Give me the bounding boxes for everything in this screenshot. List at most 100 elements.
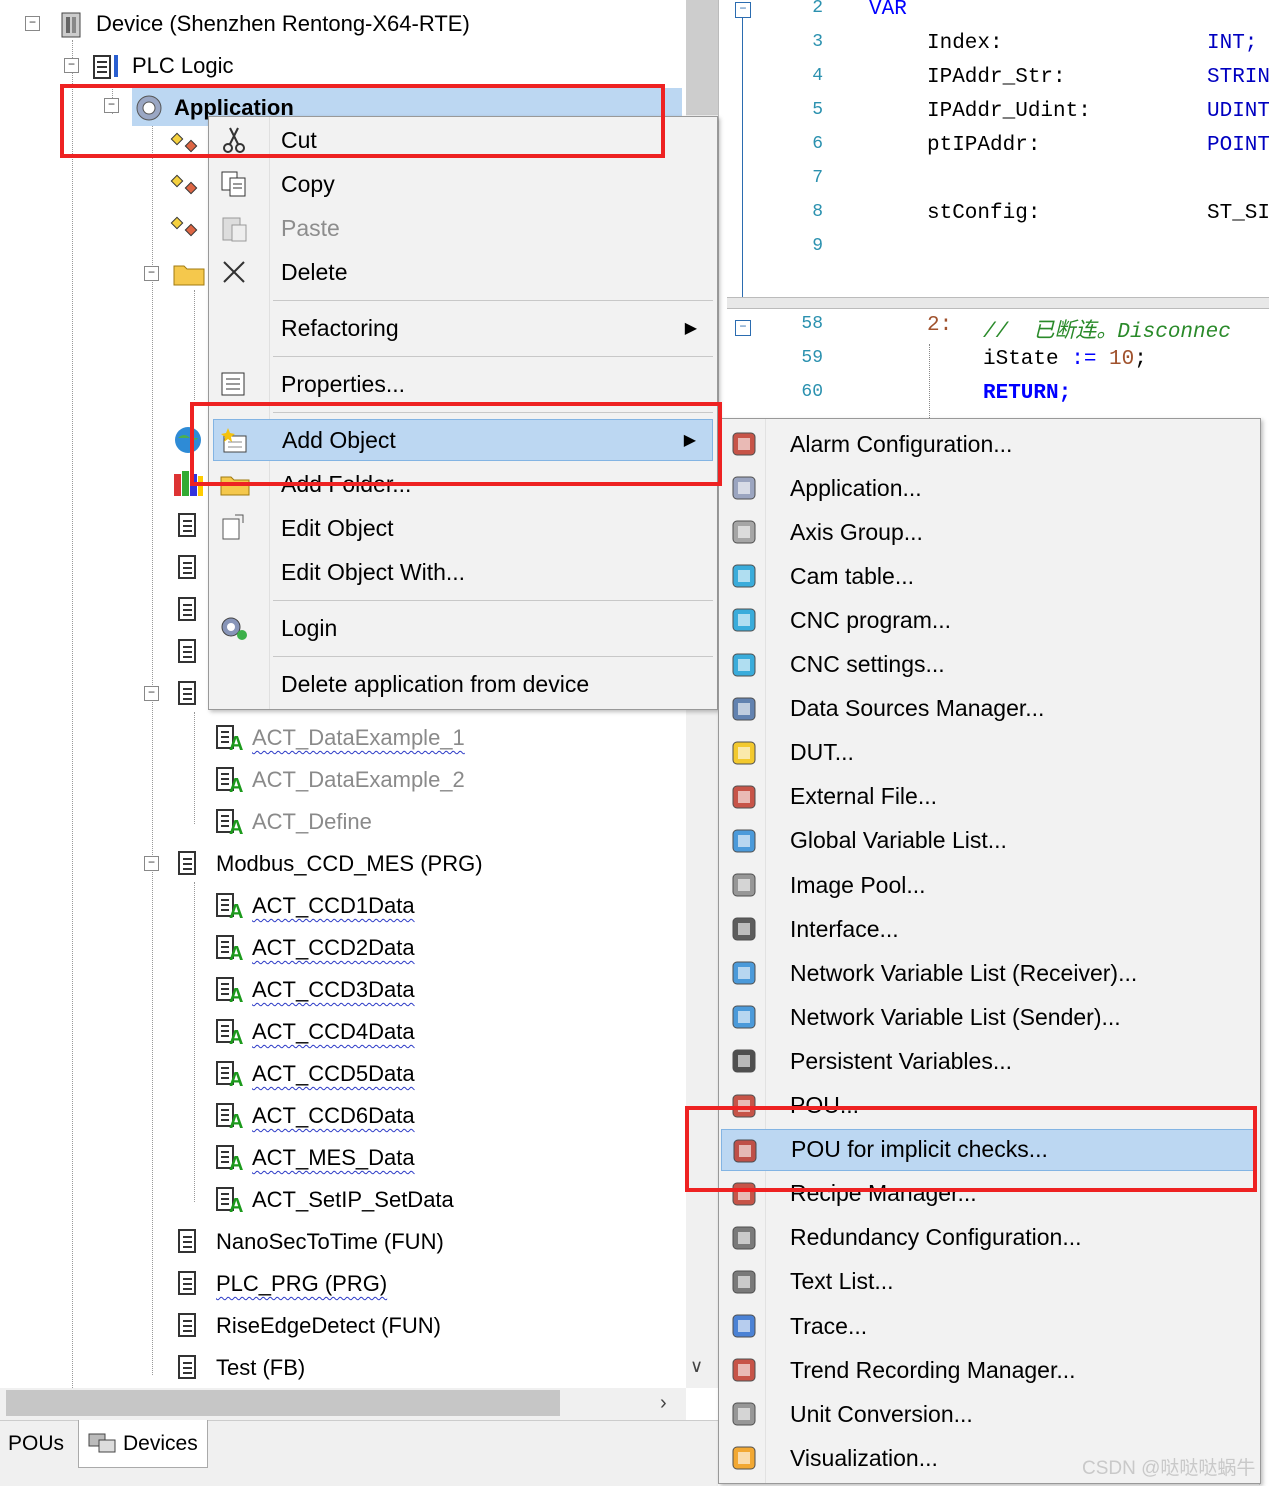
tree-item-action[interactable]: A ACT_CCD2Data	[216, 928, 415, 968]
submenu-item-label: Cam table...	[790, 562, 914, 589]
menu-item-label: Login	[281, 614, 338, 641]
trend-recording-icon	[729, 1355, 759, 1385]
submenu-item-label: Trend Recording Manager...	[790, 1356, 1076, 1383]
submenu-item-redundancy-configuration[interactable]: Redundancy Configuration...	[721, 1217, 1256, 1259]
code-var-type: POINT	[1207, 134, 1269, 157]
action-icon: A	[216, 1017, 243, 1049]
paste-icon	[219, 213, 249, 243]
submenu-item-cam-table[interactable]: Cam table...	[721, 555, 1256, 597]
submenu-item-text-list[interactable]: Text List...	[721, 1261, 1256, 1303]
pou-icon	[178, 597, 196, 621]
tree-item-label: ACT_SetIP_SetData	[252, 1187, 454, 1212]
menu-item-edit-object[interactable]: Edit Object	[209, 507, 717, 549]
fold-toggle[interactable]: −	[735, 2, 751, 18]
data-sources-icon	[729, 694, 759, 724]
login-gear-icon	[219, 613, 249, 643]
submenu-item-unit-conversion[interactable]: Unit Conversion...	[721, 1393, 1256, 1435]
menu-item-delete[interactable]: Delete	[209, 251, 717, 293]
scrollbar-thumb[interactable]	[6, 1390, 560, 1416]
cnc-settings-icon	[729, 650, 759, 680]
editor-splitter[interactable]	[727, 297, 1269, 309]
code-editor[interactable]: − 2 VAR 3 Index: INT; 4 IPAddr_Str: STRI…	[718, 0, 1269, 420]
submenu-item-label: Interface...	[790, 915, 899, 942]
menu-item-delete-application[interactable]: Delete application from device	[209, 663, 717, 705]
tree-item-action[interactable]: A ACT_CCD5Data	[216, 1054, 415, 1094]
collapse-toggle[interactable]: −	[64, 58, 79, 73]
menu-item-label: Delete	[281, 258, 348, 285]
redundancy-icon	[729, 1223, 759, 1253]
tree-item-action[interactable]: A ACT_SetIP_SetData	[216, 1180, 454, 1220]
tree-item-label: ACT_CCD1Data	[252, 893, 415, 918]
submenu-item-dut[interactable]: DUT...	[721, 732, 1256, 774]
action-icon: A	[216, 723, 243, 755]
submenu-item-application[interactable]: Application...	[721, 467, 1256, 509]
tree-item-device[interactable]: Device (Shenzhen Rentong-X64-RTE)	[56, 4, 470, 44]
scroll-down-arrow-icon[interactable]: ∨	[690, 1356, 703, 1377]
tree-item-pou[interactable]: PLC_PRG (PRG)	[176, 1264, 387, 1304]
submenu-item-alarm-configuration[interactable]: Alarm Configuration...	[721, 423, 1256, 465]
submenu-item-global-variable-list[interactable]: Global Variable List...	[721, 820, 1256, 862]
submenu-item-label: External File...	[790, 783, 937, 810]
menu-item-refactoring[interactable]: Refactoring ▶	[209, 307, 717, 349]
submenu-arrow-icon: ▶	[684, 320, 697, 337]
menu-item-login[interactable]: Login	[209, 607, 717, 649]
edit-object-icon	[219, 513, 249, 543]
tree-item-pou[interactable]: RiseEdgeDetect (FUN)	[176, 1306, 441, 1346]
code-case-label: 2:	[927, 314, 953, 337]
function-icon	[176, 1311, 206, 1341]
fold-toggle[interactable]: −	[735, 320, 751, 336]
submenu-item-persistent-variables[interactable]: Persistent Variables...	[721, 1040, 1256, 1082]
submenu-item-external-file[interactable]: External File...	[721, 776, 1256, 818]
scrollbar-thumb[interactable]	[686, 0, 718, 115]
tab-devices[interactable]: Devices	[78, 1420, 208, 1468]
tab-pous[interactable]: POUs	[0, 1420, 78, 1468]
function-block-icon	[176, 1353, 206, 1383]
menu-item-properties[interactable]: Properties...	[209, 363, 717, 405]
tree-item-action[interactable]: A ACT_CCD6Data	[216, 1096, 415, 1136]
menu-item-edit-object-with[interactable]: Edit Object With...	[209, 551, 717, 593]
tree-item-pou[interactable]: Test (FB)	[176, 1348, 305, 1388]
submenu-item-cnc-program[interactable]: CNC program...	[721, 599, 1256, 641]
tree-item-action[interactable]: A ACT_CCD3Data	[216, 970, 415, 1010]
submenu-item-network-variable-list-receiver[interactable]: Network Variable List (Receiver)...	[721, 952, 1256, 994]
collapse-toggle[interactable]: −	[25, 16, 40, 31]
action-icon: A	[216, 765, 243, 797]
submenu-item-trace[interactable]: Trace...	[721, 1305, 1256, 1347]
menu-item-label: Refactoring	[281, 314, 399, 341]
tree-item-action[interactable]: A ACT_CCD1Data	[216, 886, 415, 926]
submenu-item-network-variable-list-sender[interactable]: Network Variable List (Sender)...	[721, 996, 1256, 1038]
tree-item-action[interactable]: A ACT_Define	[216, 802, 372, 842]
line-number: 2	[812, 0, 823, 18]
collapse-toggle[interactable]: −	[144, 266, 159, 281]
submenu-item-data-sources-manager[interactable]: Data Sources Manager...	[721, 688, 1256, 730]
tree-item-modbus[interactable]: Modbus_CCD_MES (PRG)	[176, 844, 483, 884]
visualization-icon	[729, 1443, 759, 1473]
tree-item-action[interactable]: A ACT_MES_Data	[216, 1138, 415, 1178]
menu-separator	[273, 656, 713, 657]
tree-item-action[interactable]: A ACT_DataExample_2	[216, 760, 465, 800]
code-var-type: STRIN	[1207, 66, 1269, 89]
submenu-item-cnc-settings[interactable]: CNC settings...	[721, 644, 1256, 686]
scroll-right-arrow-icon[interactable]: ›	[660, 1392, 667, 1415]
submenu-item-trend-recording-manager[interactable]: Trend Recording Manager...	[721, 1349, 1256, 1391]
tree-item-label: ACT_CCD2Data	[252, 935, 415, 960]
submenu-item-label: Data Sources Manager...	[790, 695, 1045, 722]
tab-label: Devices	[123, 1431, 198, 1455]
menu-item-label: Copy	[281, 170, 335, 197]
tree-item-action[interactable]: A ACT_CCD4Data	[216, 1012, 415, 1052]
menu-item-copy[interactable]: Copy	[209, 163, 717, 205]
pou-icon	[178, 513, 196, 537]
submenu-item-label: CNC program...	[790, 606, 952, 633]
properties-icon	[219, 369, 249, 399]
menu-item-paste[interactable]: Paste	[209, 207, 717, 249]
tree-item-label: ACT_CCD3Data	[252, 977, 415, 1002]
collapse-toggle[interactable]: −	[144, 686, 159, 701]
tree-item-action[interactable]: A ACT_DataExample_1	[216, 718, 465, 758]
tree-connector	[194, 290, 195, 400]
collapse-toggle[interactable]: −	[144, 856, 159, 871]
submenu-item-interface[interactable]: Interface...	[721, 908, 1256, 950]
submenu-item-axis-group[interactable]: Axis Group...	[721, 511, 1256, 553]
submenu-item-image-pool[interactable]: Image Pool...	[721, 864, 1256, 906]
tree-item-plc-logic[interactable]: PLC Logic	[92, 46, 234, 86]
tree-item-pou[interactable]: NanoSecToTime (FUN)	[176, 1222, 444, 1262]
